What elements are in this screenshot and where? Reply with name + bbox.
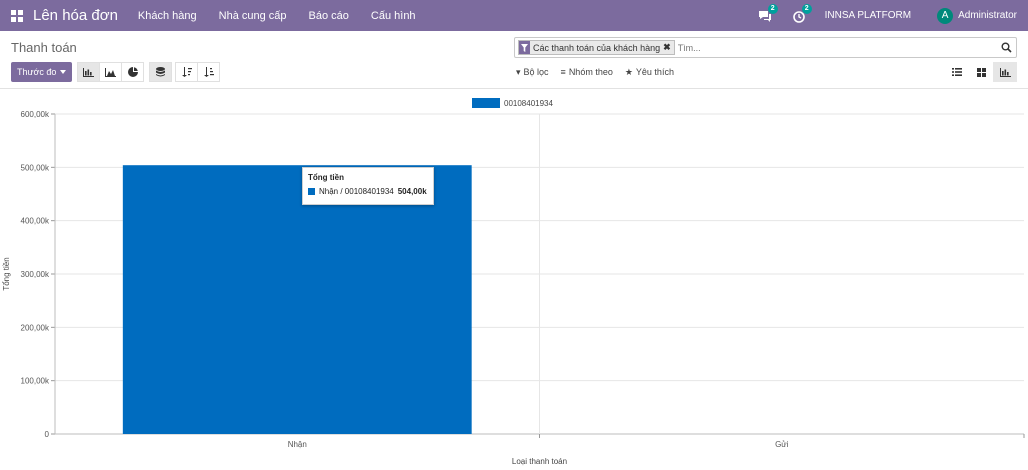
list-view-icon (952, 68, 962, 76)
tooltip-label: Nhận / 00108401934 (319, 187, 394, 196)
y-tick-label: 0 (45, 430, 50, 439)
y-tick-label: 300,00k (21, 270, 50, 279)
filter-icon: ▾ (516, 66, 521, 77)
tooltip-swatch (308, 188, 315, 195)
groupby-label: Nhóm theo (568, 67, 613, 77)
kanban-view-icon (976, 67, 986, 77)
search-options: ▾ Bộ lọc ≡ Nhóm theo ★ Yêu thích (516, 64, 686, 80)
measures-label: Thước đo (17, 67, 57, 77)
filter-icon (519, 41, 530, 54)
x-tick-label: Gửi (775, 440, 789, 449)
y-tick-label: 600,00k (21, 110, 50, 119)
control-panel: Thanh toán Các thanh toán của khách hàng… (0, 31, 1028, 89)
facet-label: Các thanh toán của khách hàng (533, 42, 661, 53)
filters-label: Bộ lọc (523, 67, 549, 77)
chart-tooltip: Tổng tiền Nhận / 00108401934 504,00k (302, 167, 434, 205)
kanban-view-button[interactable] (969, 62, 993, 82)
x-axis-label: Loại thanh toán (512, 457, 567, 466)
search-icon[interactable] (1001, 42, 1012, 53)
messages-badge: 2 (767, 3, 778, 14)
user-menu[interactable]: Administrator (958, 10, 1017, 21)
menu-customers[interactable]: Khách hàng (138, 10, 197, 22)
x-tick-label: Nhận (288, 440, 307, 449)
database-icon (156, 67, 165, 77)
tooltip-title: Tổng tiền (308, 173, 344, 182)
pie-chart-icon (127, 67, 138, 77)
menu-reports[interactable]: Báo cáo (309, 10, 349, 22)
y-tick-label: 500,00k (21, 163, 50, 172)
measures-button[interactable]: Thước đo (11, 62, 73, 82)
area-chart-icon (105, 67, 116, 77)
apps-menu-icon[interactable] (11, 9, 23, 22)
menu-configuration[interactable]: Cấu hình (371, 10, 416, 22)
sort-group (175, 62, 220, 82)
graph-view-icon (999, 67, 1011, 77)
sort-ascending-button[interactable] (197, 62, 220, 82)
list-view-button[interactable] (945, 62, 969, 82)
y-axis-label: Tổng tiền (2, 257, 11, 290)
legend-swatch (472, 98, 500, 108)
bar (122, 165, 472, 434)
chart-type-group (77, 62, 144, 82)
facet-remove-icon[interactable]: ✖ (663, 42, 671, 53)
view-switcher (945, 62, 1017, 82)
bar-chart-icon (83, 67, 94, 77)
app-title[interactable]: Lên hóa đơn (33, 7, 118, 24)
stacked-button[interactable] (149, 62, 172, 82)
line-chart-button[interactable] (99, 62, 122, 82)
favorites-label: Yêu thích (635, 67, 674, 77)
bar-chart: 0 100,00k 200,00k 300,00k 400,00k 500,00k 600,… (2, 98, 1025, 466)
y-tick-label: 400,00k (21, 217, 50, 226)
search-box[interactable]: Các thanh toán của khách hàng ✖ (514, 37, 1017, 58)
messages-icon[interactable]: 2 (757, 3, 778, 24)
sort-asc-icon (203, 67, 214, 77)
top-navbar: Lên hóa đơn Khách hàng Nhà cung cấp Báo … (0, 0, 1028, 31)
company-switcher[interactable]: INNSA PLATFORM (825, 10, 912, 21)
sort-desc-icon (181, 67, 192, 77)
stack-group (149, 62, 172, 82)
graph-area: 0 100,00k 200,00k 300,00k 400,00k 500,00k 600,… (0, 92, 1028, 467)
favorites-dropdown[interactable]: ★ Yêu thích (625, 67, 674, 78)
menu-vendors[interactable]: Nhà cung cấp (219, 10, 287, 22)
graph-view-button[interactable] (993, 62, 1017, 82)
y-tick-label: 200,00k (21, 323, 50, 332)
breadcrumb: Thanh toán (11, 40, 77, 55)
sort-descending-button[interactable] (175, 62, 198, 82)
legend-label: 00108401934 (504, 99, 553, 108)
search-facet: Các thanh toán của khách hàng ✖ (518, 40, 675, 55)
y-tick-label: 100,00k (21, 377, 50, 386)
caret-down-icon (60, 70, 67, 74)
filters-dropdown[interactable]: ▾ Bộ lọc (516, 67, 549, 78)
search-input[interactable] (677, 42, 978, 53)
star-icon: ★ (624, 66, 633, 77)
pie-chart-button[interactable] (121, 62, 144, 82)
list-icon: ≡ (560, 67, 566, 77)
bar-chart-button[interactable] (77, 62, 100, 82)
groupby-dropdown[interactable]: ≡ Nhóm theo (561, 67, 613, 77)
activities-icon[interactable]: 2 (791, 3, 812, 24)
activities-badge: 2 (801, 3, 812, 14)
tooltip-value: 504,00k (397, 187, 427, 196)
avatar[interactable]: A (937, 7, 954, 24)
